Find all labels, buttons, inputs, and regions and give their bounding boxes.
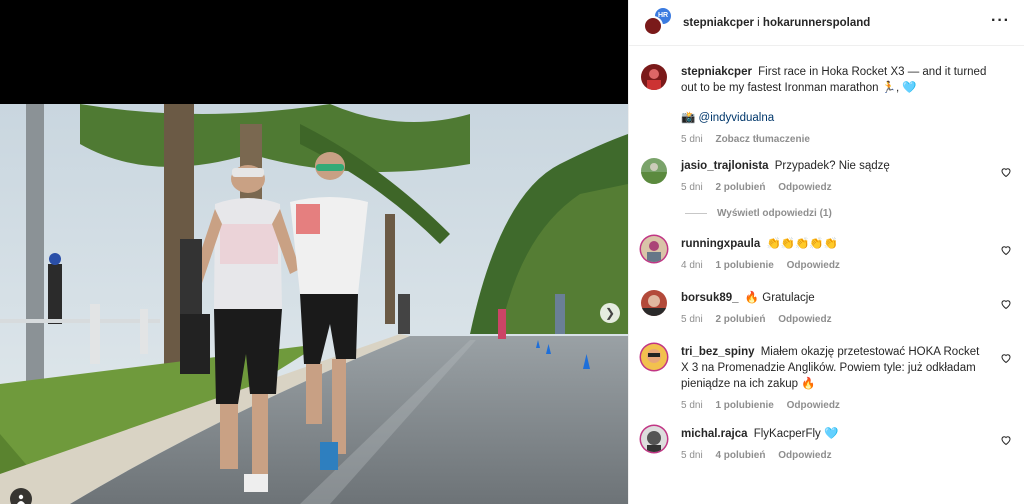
caption: stepniakcper First race in Hoka Rocket X… [641,64,1012,148]
heart-icon[interactable] [1000,244,1012,256]
avatar-stepniakcper[interactable] [643,15,663,36]
next-photo-button[interactable]: ❯ [600,303,620,323]
post-photo [0,104,628,504]
comment: runningxpaula 👏👏👏👏👏 4 dni 1 polubienie O… [641,236,1012,274]
view-replies-button[interactable]: Wyświetl odpowiedzi (1) [685,208,832,219]
heart-icon[interactable] [1000,166,1012,178]
comment-age: 5 dni [681,450,703,461]
comment-username[interactable]: tri_bez_spiny [681,346,755,358]
post-header: HR stepniakcper i hokarunnerspoland ··· [629,0,1024,46]
comment-avatar[interactable] [641,344,667,370]
heart-icon[interactable] [1000,434,1012,446]
header-user2[interactable]: hokarunnerspoland [763,17,870,29]
post-media: ❯ [0,0,628,504]
camera-icon: 📸 [681,112,696,124]
comment-likes[interactable]: 4 polubień [715,450,765,461]
comment-avatar[interactable] [641,426,667,452]
comment-likes[interactable]: 1 polubienie [715,400,773,411]
comment-likes[interactable]: 1 polubienie [715,260,773,271]
user-tag-icon [17,494,25,504]
comment-age: 5 dni [681,400,703,411]
reply-button[interactable]: Odpowiedz [778,182,831,193]
reply-button[interactable]: Odpowiedz [787,260,840,271]
caption-credit: 📸 @indyvidualna [681,110,990,126]
header-user1[interactable]: stepniakcper [683,17,754,29]
post-panel: HR stepniakcper i hokarunnerspoland ··· … [628,0,1024,504]
caption-avatar[interactable] [641,64,667,90]
reply-button[interactable]: Odpowiedz [778,450,831,461]
collab-avatars[interactable]: HR [643,5,673,38]
comment-likes[interactable]: 2 polubień [715,182,765,193]
comment-age: 5 dni [681,182,703,193]
user-tags-button[interactable] [10,488,32,504]
comment-username[interactable]: borsuk89_ [681,292,739,304]
view-replies-label: Wyświetl odpowiedzi (1) [717,208,832,219]
comment-age: 4 dni [681,260,703,271]
divider-line [685,213,707,214]
comments-list: stepniakcper First race in Hoka Rocket X… [629,46,1024,504]
comment: michal.rajca FlyKacperFly 🩵 5 dni 4 polu… [641,426,1012,464]
comment-text: Przypadek? Nie sądzę [774,160,890,172]
translate-link[interactable]: Zobacz tłumaczenie [715,134,809,145]
comment: tri_bez_spiny Miałem okazję przetestować… [641,344,1012,414]
comment-avatar[interactable] [641,158,667,184]
more-options-icon[interactable]: ··· [991,13,1010,29]
header-separator: i [757,16,760,29]
header-usernames: stepniakcper i hokarunnerspoland [683,17,870,29]
chevron-right-icon: ❯ [604,306,616,320]
heart-icon[interactable] [1000,298,1012,310]
comment-username[interactable]: jasio_trajlonista [681,160,769,172]
comment-username[interactable]: michal.rajca [681,428,747,440]
comment-username[interactable]: runningxpaula [681,238,760,250]
comment-likes[interactable]: 2 polubień [715,314,765,325]
comment-text: 🔥 Gratulacje [744,292,815,304]
reply-button[interactable]: Odpowiedz [778,314,831,325]
heart-icon[interactable] [1000,352,1012,364]
caption-age: 5 dni [681,134,703,145]
comment: borsuk89_ 🔥 Gratulacje 5 dni 2 polubień … [641,290,1012,328]
comment-avatar[interactable] [641,236,667,262]
caption-username[interactable]: stepniakcper [681,66,752,78]
comment-text: FlyKacperFly 🩵 [753,428,839,440]
comment-text: 👏👏👏👏👏 [766,238,839,250]
comment-avatar[interactable] [641,290,667,316]
reply-button[interactable]: Odpowiedz [787,400,840,411]
credit-link[interactable]: @indyvidualna [699,112,775,124]
comment: jasio_trajlonista Przypadek? Nie sądzę 5… [641,158,1012,196]
comment-age: 5 dni [681,314,703,325]
